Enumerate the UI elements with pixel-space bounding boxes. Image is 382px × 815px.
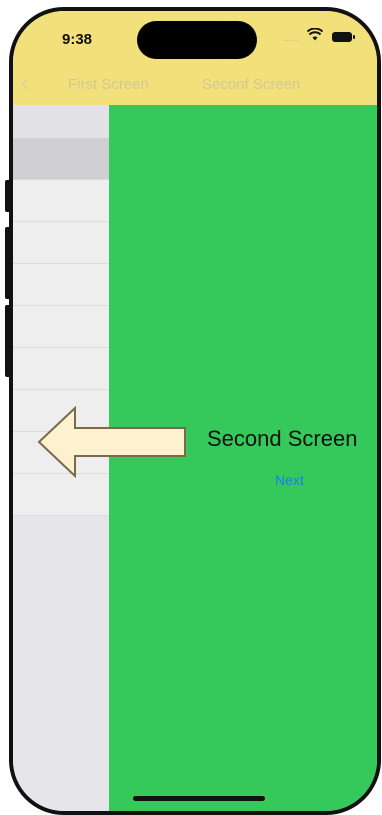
nav-first-screen-title[interactable]: First Screen xyxy=(68,76,149,93)
back-chevron-icon[interactable]: ‹ xyxy=(21,72,37,95)
screen: 9:38 ..... ‹ First Screen Seconf Screen xyxy=(13,11,377,811)
navigation-header: 9:38 ..... ‹ First Screen Seconf Screen xyxy=(13,11,377,105)
list-item[interactable] xyxy=(13,138,109,180)
next-button[interactable]: Next xyxy=(275,472,304,488)
battery-icon xyxy=(332,32,355,42)
list-item[interactable] xyxy=(13,306,109,348)
wifi-icon xyxy=(307,28,323,41)
nav-second-screen-title: Seconf Screen xyxy=(202,76,301,93)
phone-frame: 9:38 ..... ‹ First Screen Seconf Screen xyxy=(9,7,381,815)
list-item[interactable] xyxy=(13,264,109,306)
home-indicator[interactable] xyxy=(133,796,265,801)
list-item[interactable] xyxy=(13,474,109,516)
list-item[interactable] xyxy=(13,105,109,138)
swipe-left-arrow-icon xyxy=(37,406,186,478)
list-item[interactable] xyxy=(13,222,109,264)
page-title: Second Screen xyxy=(207,426,358,451)
list-item[interactable] xyxy=(13,180,109,222)
status-time: 9:38 xyxy=(62,31,93,48)
dynamic-island xyxy=(137,21,257,59)
cellular-signal-icon: ..... xyxy=(283,33,301,43)
list-item[interactable] xyxy=(13,348,109,390)
